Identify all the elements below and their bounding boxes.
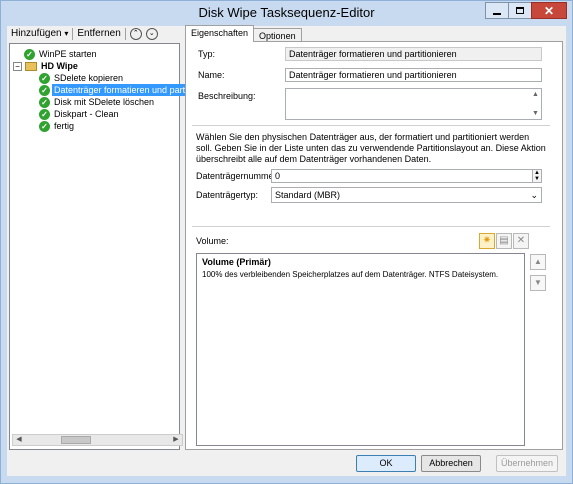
disk-number-label: Datenträgernummer: (196, 171, 280, 181)
tree-item[interactable]: ✓ WinPE starten (24, 48, 99, 60)
scroll-right-icon[interactable]: ▶ (170, 435, 182, 445)
tab-properties[interactable]: Eigenschaften (185, 25, 255, 42)
tree-item-label: SDelete kopieren (54, 73, 124, 83)
tree-item[interactable]: ✓ SDelete kopieren (39, 72, 125, 84)
new-volume-icon[interactable]: ✷ (479, 233, 495, 249)
properties-panel: Typ: Datenträger formatieren und partiti… (185, 41, 563, 450)
tree-item-label: HD Wipe (41, 61, 78, 71)
spin-down-icon[interactable]: ▼ (533, 176, 541, 182)
folder-icon (25, 61, 37, 71)
title-bar[interactable]: Disk Wipe Tasksequenz-Editor ✕ (1, 1, 572, 25)
maximize-button[interactable] (508, 2, 532, 19)
name-input[interactable]: Datenträger formatieren und partitionier… (285, 68, 542, 82)
scroll-left-icon[interactable]: ◀ (13, 435, 25, 445)
move-down-icon[interactable]: ⌄ (145, 28, 158, 40)
volume-label: Volume: (196, 236, 229, 246)
volume-detail: 100% des verbleibenden Speicherplatzes a… (202, 270, 499, 279)
description-label: Beschreibung: (198, 91, 256, 101)
volume-list[interactable]: Volume (Primär) 100% des verbleibenden S… (196, 253, 525, 446)
tree-item[interactable]: ✓ fertig (39, 120, 76, 132)
type-label: Typ: (198, 49, 216, 59)
apply-button[interactable]: Übernehmen (496, 455, 558, 472)
divider (192, 125, 550, 126)
chevron-down-icon: ⌄ (530, 190, 538, 200)
check-icon: ✓ (39, 72, 50, 84)
cancel-button[interactable]: Abbrechen (421, 455, 481, 472)
move-down-icon[interactable]: ▼ (530, 275, 546, 291)
tree-item-selected[interactable]: ✓ Datenträger formatieren und partiti (39, 84, 194, 96)
tree-item-label: fertig (54, 121, 75, 131)
property-tabs: Eigenschaften Optionen (185, 25, 302, 42)
toolbar-separator (124, 28, 126, 40)
check-icon: ✓ (39, 84, 50, 96)
collapse-icon[interactable]: − (13, 61, 22, 71)
scroll-up-icon[interactable]: ▲ (531, 90, 540, 99)
task-tree[interactable]: ✓ WinPE starten − HD Wipe ✓ SDelete kopi… (9, 43, 194, 450)
tree-item-label: WinPE starten (39, 49, 97, 59)
disk-type-label: Datenträgertyp: (196, 190, 259, 200)
instruction-text: Wählen Sie den physischen Datenträger au… (196, 132, 546, 164)
type-field: Datenträger formatieren und partitionier… (285, 47, 542, 61)
tree-item-label: Datenträger formatieren und partiti (52, 84, 194, 96)
tree-item-label: Disk mit SDelete löschen (54, 97, 155, 107)
close-icon: ✕ (543, 3, 555, 18)
tree-item[interactable]: ✓ Diskpart - Clean (39, 108, 121, 120)
tree-group[interactable]: − HD Wipe (13, 60, 80, 72)
disk-type-select[interactable]: Standard (MBR) ⌄ (271, 187, 542, 203)
add-menu-button[interactable]: Hinzufügen ▾ (7, 27, 72, 41)
volume-title: Volume (Primär) (202, 257, 271, 267)
check-icon: ✓ (24, 48, 35, 60)
client-area: Hinzufügen ▾ Entfernen ⌃ ⌄ ✓ WinPE start… (7, 25, 566, 476)
task-toolbar: Hinzufügen ▾ Entfernen ⌃ ⌄ (7, 26, 182, 42)
scroll-thumb[interactable] (61, 436, 91, 444)
check-icon: ✓ (39, 108, 50, 120)
scroll-down-icon[interactable]: ▼ (531, 109, 540, 118)
dropdown-arrow-icon: ▾ (64, 29, 69, 38)
maximize-icon (516, 7, 524, 14)
tree-item-label: Diskpart - Clean (54, 109, 119, 119)
minimize-icon (493, 12, 501, 15)
disk-type-value: Standard (MBR) (275, 190, 341, 200)
move-up-icon[interactable]: ⌃ (129, 28, 142, 40)
tab-options[interactable]: Optionen (253, 28, 302, 41)
disk-number-input[interactable]: 0 (271, 169, 533, 183)
remove-button[interactable]: Entfernen (73, 27, 124, 41)
properties-icon[interactable]: ▤ (496, 233, 512, 249)
move-up-icon[interactable]: ▲ (530, 254, 546, 270)
tree-item[interactable]: ✓ Disk mit SDelete löschen (39, 96, 156, 108)
divider (192, 226, 550, 227)
disk-number-spinner[interactable]: ▲ ▼ (532, 169, 542, 183)
minimize-button[interactable] (485, 2, 509, 19)
ok-button[interactable]: OK (356, 455, 416, 472)
check-icon: ✓ (39, 96, 50, 108)
tree-horizontal-scrollbar[interactable]: ◀ ▶ (12, 434, 183, 446)
name-label: Name: (198, 70, 225, 80)
editor-window: Disk Wipe Tasksequenz-Editor ✕ Hinzufüge… (0, 0, 573, 484)
check-icon: ✓ (39, 120, 50, 132)
add-label: Hinzufügen (11, 28, 62, 39)
delete-icon[interactable]: ✕ (513, 233, 529, 249)
close-button[interactable]: ✕ (531, 2, 567, 19)
description-input[interactable]: ▲ ▼ (285, 88, 542, 120)
